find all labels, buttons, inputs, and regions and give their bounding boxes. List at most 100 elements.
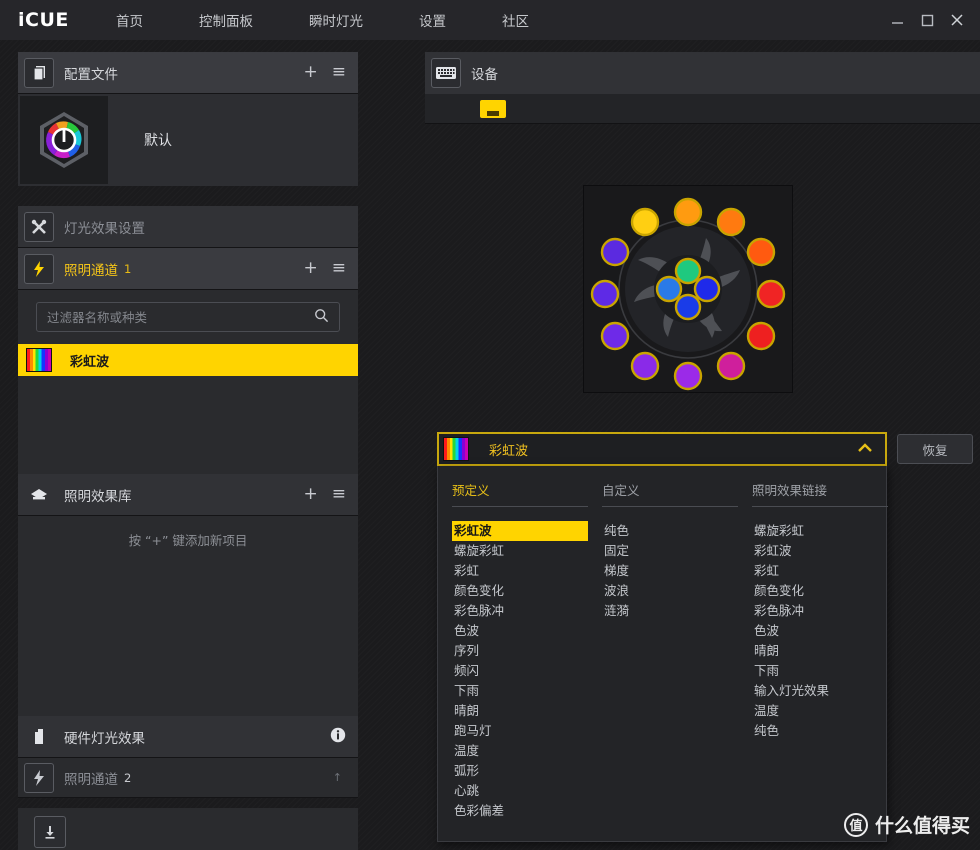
menu-item[interactable]: 跑马灯 — [452, 721, 588, 741]
lighting-channel-2-title: 照明通道 — [64, 771, 118, 788]
menu-item[interactable]: 色彩偏差 — [452, 801, 588, 821]
menu-item[interactable]: 序列 — [452, 641, 588, 661]
profiles-menu-icon[interactable]: ≡ — [332, 64, 346, 81]
effect-dropdown-title: 彩虹波 — [489, 443, 529, 459]
menu-item[interactable]: 固定 — [602, 541, 738, 561]
menu-item[interactable]: 纯色 — [602, 521, 738, 541]
chevron-up-icon-dropdown[interactable] — [857, 442, 873, 457]
lighting-settings-header[interactable]: 灯光效果设置 — [18, 206, 358, 248]
effect-dropdown: 彩虹波 预定义 彩虹波 螺旋彩虹 彩虹 颜色变化 彩色脉冲 色波 序列 频闪 下… — [437, 432, 888, 842]
dropdown-column-custom: 自定义 纯色 固定 梯度 波浪 涟漪 — [588, 480, 738, 827]
menu-item[interactable]: 彩虹波 — [752, 541, 888, 561]
profiles-icon — [24, 57, 54, 88]
nav-home[interactable]: 首页 — [116, 10, 143, 30]
add-library-item-icon[interactable]: + — [304, 486, 318, 503]
chevron-up-icon[interactable]: ↑ — [333, 771, 342, 784]
menu-item[interactable]: 梯度 — [602, 561, 738, 581]
sidebar: 配置文件 + ≡ 默认 灯光效果设置 照明通道 1 + ≡ 过滤器名称或种类 彩… — [18, 52, 358, 850]
profiles-actions: + ≡ — [290, 64, 347, 81]
maximize-icon[interactable] — [912, 0, 942, 40]
menu-item[interactable]: 下雨 — [752, 661, 888, 681]
profiles-title: 配置文件 — [64, 66, 118, 83]
add-effect-icon[interactable]: + — [304, 260, 318, 277]
watermark: 值 什么值得买 — [843, 811, 970, 838]
menu-item[interactable]: 输入灯光效果 — [752, 681, 888, 701]
menu-item[interactable]: 波浪 — [602, 581, 738, 601]
bolt-icon — [24, 253, 54, 284]
device-tab-fan-icon[interactable] — [480, 99, 506, 118]
menu-item[interactable]: 颜色变化 — [452, 581, 588, 601]
menu-item[interactable]: 彩虹波 — [452, 521, 588, 541]
download-icon[interactable] — [34, 816, 66, 848]
minimize-icon[interactable] — [882, 0, 912, 40]
profile-name[interactable]: 默认 — [144, 130, 172, 150]
lighting-channel-1-menu-icon[interactable]: ≡ — [332, 260, 346, 277]
lighting-channel-2-header[interactable]: 照明通道 2 ↑ — [18, 758, 358, 798]
info-icon[interactable] — [330, 727, 346, 747]
filter-section — [18, 290, 358, 344]
effect-library-hint: 按 “+” 键添加新项目 — [128, 533, 248, 548]
fan-led-diagram — [584, 186, 792, 392]
nav-dashboard[interactable]: 控制面板 — [199, 10, 253, 30]
menu-item[interactable]: 心跳 — [452, 781, 588, 801]
rainbow-swatch-icon-dropdown — [443, 437, 469, 461]
effect-dropdown-header[interactable]: 彩虹波 — [437, 432, 887, 466]
library-icon — [24, 480, 54, 510]
nav-settings[interactable]: 设置 — [419, 10, 446, 30]
menu-item[interactable]: 下雨 — [452, 681, 588, 701]
icue-hex-logo-icon — [40, 112, 88, 168]
effect-library-menu-icon[interactable]: ≡ — [332, 486, 346, 503]
menu-item[interactable]: 温度 — [452, 741, 588, 761]
effect-library-header[interactable]: 照明效果库 + ≡ — [18, 474, 358, 516]
window-controls — [882, 0, 972, 40]
menu-item[interactable]: 螺旋彩虹 — [752, 521, 888, 541]
device-header: 设备 — [425, 52, 980, 94]
nav-community[interactable]: 社区 — [502, 10, 529, 30]
restore-button[interactable]: 恢复 — [897, 434, 973, 464]
menu-item[interactable]: 晴朗 — [452, 701, 588, 721]
menu-item[interactable]: 色波 — [452, 621, 588, 641]
keyboard-icon — [431, 58, 461, 88]
bolt-icon-2 — [24, 762, 54, 793]
menu-item[interactable]: 色波 — [752, 621, 888, 641]
lighting-channel-2-row: 照明通道 2 ↑ — [18, 758, 358, 798]
lighting-channel-1-title: 照明通道 — [64, 262, 118, 279]
profiles-header: 配置文件 + ≡ — [18, 52, 358, 94]
watermark-badge: 值 — [843, 812, 868, 837]
search-input[interactable] — [47, 309, 314, 325]
hardware-lighting-header[interactable]: 硬件灯光效果 — [18, 716, 358, 758]
menu-item[interactable]: 彩虹 — [752, 561, 888, 581]
column-title: 照明效果链接 — [752, 480, 888, 507]
memory-chip-icon — [24, 722, 54, 752]
effect-name: 彩虹波 — [70, 354, 110, 370]
close-icon[interactable] — [942, 0, 972, 40]
profile-list: 默认 — [18, 94, 358, 186]
filter-box[interactable] — [36, 302, 340, 332]
menu-item[interactable]: 颜色变化 — [752, 581, 888, 601]
menu-item[interactable]: 涟漪 — [602, 601, 738, 621]
search-icon[interactable] — [314, 308, 329, 327]
menu-item[interactable]: 彩虹 — [452, 561, 588, 581]
menu-item[interactable]: 纯色 — [752, 721, 888, 741]
lighting-channel-1-header[interactable]: 照明通道 1 + ≡ — [18, 248, 358, 290]
nav-instant-lighting[interactable]: 瞬时灯光 — [309, 10, 363, 30]
menu-item[interactable]: 频闪 — [452, 661, 588, 681]
menu-item[interactable]: 螺旋彩虹 — [452, 541, 588, 561]
menu-item[interactable]: 彩色脉冲 — [452, 601, 588, 621]
column-options: 螺旋彩虹 彩虹波 彩虹 颜色变化 彩色脉冲 色波 晴朗 下雨 输入灯光效果 温度… — [752, 521, 888, 741]
add-profile-icon[interactable]: + — [304, 64, 318, 81]
menu-item[interactable]: 彩色脉冲 — [752, 601, 888, 621]
main-nav: 首页 控制面板 瞬时灯光 设置 社区 — [116, 10, 585, 30]
menu-item[interactable]: 弧形 — [452, 761, 588, 781]
lighting-channel-1-actions: + ≡ — [290, 260, 347, 277]
effect-dropdown-body: 预定义 彩虹波 螺旋彩虹 彩虹 颜色变化 彩色脉冲 色波 序列 频闪 下雨 晴朗… — [437, 466, 888, 842]
column-options: 彩虹波 螺旋彩虹 彩虹 颜色变化 彩色脉冲 色波 序列 频闪 下雨 晴朗 跑马灯… — [452, 521, 588, 821]
list-item[interactable]: 彩虹波 — [18, 344, 358, 376]
device-fan-preview[interactable] — [584, 186, 792, 392]
watermark-text: 什么值得买 — [874, 815, 970, 837]
menu-item[interactable]: 晴朗 — [752, 641, 888, 661]
profile-thumbnail[interactable] — [20, 96, 108, 184]
effect-list: 彩虹波 — [18, 344, 358, 474]
menu-item[interactable]: 温度 — [752, 701, 888, 721]
